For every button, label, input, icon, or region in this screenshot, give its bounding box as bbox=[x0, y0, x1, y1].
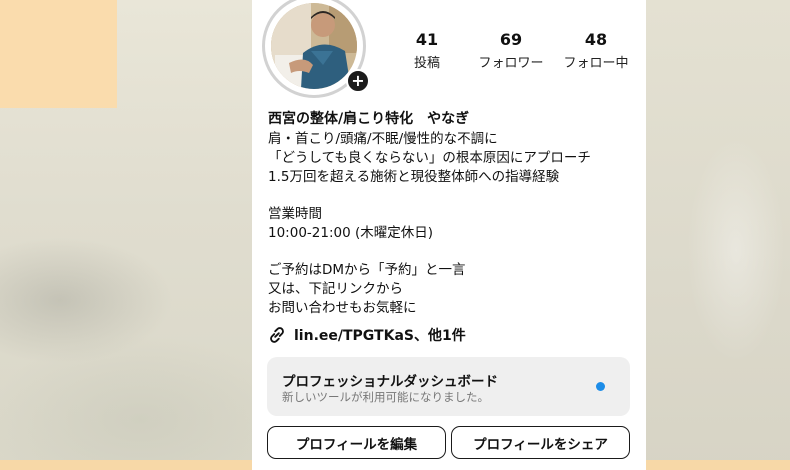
bio-line: 10:00-21:00 (木曜定休日) bbox=[268, 225, 434, 241]
stat-label: 投稿 bbox=[413, 56, 440, 71]
profile-link-text[interactable]: lin.ee/TPGTKaS、他1件 bbox=[294, 325, 466, 345]
stat-value: 41 bbox=[415, 30, 439, 49]
profile-card: + 41 投稿 69 フォロワー 48 フォロー中 西宮の整体/肩こり特化 やな… bbox=[252, 0, 646, 470]
profile-name: 西宮の整体/肩こり特化 やなぎ bbox=[268, 111, 470, 127]
notification-dot bbox=[596, 382, 605, 391]
professional-dashboard[interactable]: プロフェッショナルダッシュボード 新しいツールが利用可能になりました。 bbox=[267, 357, 630, 416]
dashboard-subtitle: 新しいツールが利用可能になりました。 bbox=[282, 390, 489, 404]
stat-label: フォロー中 bbox=[563, 56, 629, 71]
profile-link[interactable]: lin.ee/TPGTKaS、他1件 bbox=[266, 324, 466, 346]
background-right bbox=[646, 0, 790, 470]
bio-line: お問い合わせもお気軽に bbox=[268, 300, 417, 316]
avatar[interactable] bbox=[271, 3, 357, 89]
background-bottom-strip-left bbox=[0, 460, 252, 470]
background-peach-block bbox=[0, 0, 117, 108]
stat-value: 48 bbox=[584, 30, 608, 49]
dashboard-title: プロフェッショナルダッシュボード bbox=[282, 374, 498, 390]
stat-value: 69 bbox=[499, 30, 523, 49]
avatar-photo bbox=[271, 3, 357, 89]
background-bottom-strip-right bbox=[646, 460, 790, 470]
bio-line: 又は、下記リンクから bbox=[268, 281, 403, 297]
stat-posts[interactable]: 41 投稿 bbox=[382, 30, 472, 71]
bio-blank-line bbox=[268, 243, 591, 261]
stat-label: フォロワー bbox=[478, 56, 544, 71]
plus-icon[interactable]: + bbox=[346, 69, 370, 93]
profile-bio: 肩・首こり/頭痛/不眠/慢性的な不調に 「どうしても良くならない」の根本原因にア… bbox=[268, 130, 591, 318]
bio-blank-line bbox=[268, 187, 591, 205]
bio-line: 肩・首こり/頭痛/不眠/慢性的な不調に bbox=[268, 131, 498, 147]
bio-line: ご予約はDMから「予約」と一言 bbox=[268, 262, 466, 278]
stat-followers[interactable]: 69 フォロワー bbox=[466, 30, 556, 71]
link-icon bbox=[270, 327, 284, 343]
edit-profile-button[interactable]: プロフィールを編集 bbox=[267, 426, 446, 459]
bio-line: 1.5万回を超える施術と現役整体師への指導経験 bbox=[268, 169, 560, 185]
avatar-ring[interactable]: + bbox=[262, 0, 370, 98]
share-profile-button[interactable]: プロフィールをシェア bbox=[451, 426, 630, 459]
stat-following[interactable]: 48 フォロー中 bbox=[551, 30, 641, 71]
bio-line: 営業時間 bbox=[268, 206, 322, 222]
bio-line: 「どうしても良くならない」の根本原因にアプローチ bbox=[268, 150, 591, 166]
